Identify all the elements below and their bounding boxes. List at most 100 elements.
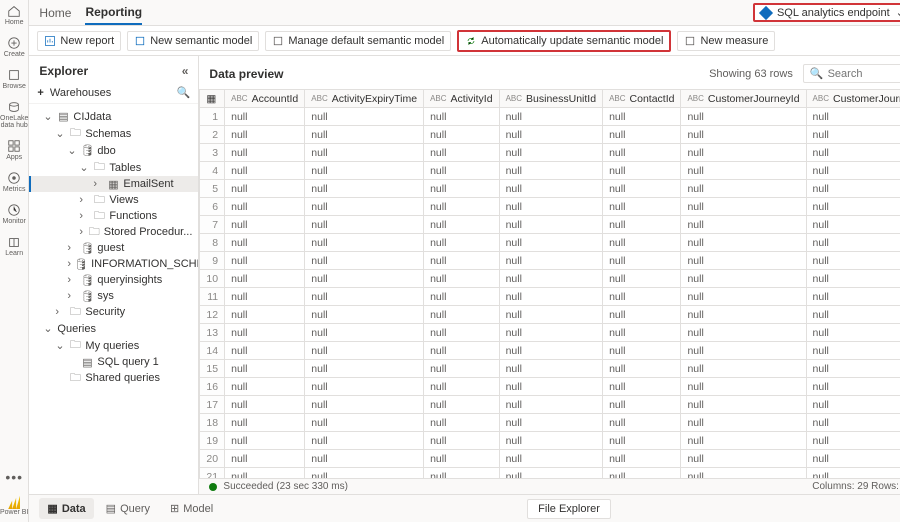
rail-more[interactable]: ••• — [5, 469, 23, 485]
cell[interactable]: null — [225, 378, 305, 396]
cell[interactable]: null — [681, 198, 806, 216]
tree-queryinsights[interactable]: ›🛢queryinsights — [29, 272, 198, 288]
cell[interactable]: null — [681, 396, 806, 414]
cell[interactable]: null — [424, 342, 499, 360]
cell[interactable]: null — [806, 162, 900, 180]
cell[interactable]: null — [499, 126, 603, 144]
cell[interactable]: null — [305, 288, 424, 306]
cell[interactable]: null — [499, 144, 603, 162]
new-report-button[interactable]: New report — [37, 31, 121, 51]
cell[interactable]: null — [499, 180, 603, 198]
cell[interactable]: null — [305, 234, 424, 252]
cell[interactable]: null — [499, 414, 603, 432]
tab-home[interactable]: Home — [39, 2, 71, 24]
cell[interactable]: null — [603, 126, 681, 144]
table-row[interactable]: 14nullnullnullnullnullnullnull — [200, 342, 900, 360]
cell[interactable]: null — [806, 288, 900, 306]
cell[interactable]: null — [305, 180, 424, 198]
cell[interactable]: null — [806, 432, 900, 450]
cell[interactable]: null — [424, 270, 499, 288]
table-row[interactable]: 1nullnullnullnullnullnullnull — [200, 108, 900, 126]
add-warehouse-icon[interactable]: + — [37, 87, 43, 99]
collapse-explorer-icon[interactable]: « — [182, 64, 189, 78]
table-row[interactable]: 13nullnullnullnullnullnullnull — [200, 324, 900, 342]
table-row[interactable]: 12nullnullnullnullnullnullnull — [200, 306, 900, 324]
cell[interactable]: null — [499, 162, 603, 180]
tree-sys[interactable]: ›🛢sys — [29, 288, 198, 304]
preview-search-input[interactable] — [828, 68, 900, 80]
cell[interactable]: null — [225, 288, 305, 306]
cell[interactable]: null — [424, 126, 499, 144]
cell[interactable]: null — [806, 198, 900, 216]
column-header[interactable]: ABCActivityExpiryTime — [305, 90, 424, 108]
cell[interactable]: null — [603, 378, 681, 396]
cell[interactable]: null — [806, 342, 900, 360]
cell[interactable]: null — [603, 144, 681, 162]
column-header[interactable]: ABCBusinessUnitId — [499, 90, 603, 108]
cell[interactable]: null — [603, 180, 681, 198]
cell[interactable]: null — [806, 360, 900, 378]
table-row[interactable]: 15nullnullnullnullnullnullnull — [200, 360, 900, 378]
file-explorer-button[interactable]: File Explorer — [527, 499, 611, 519]
cell[interactable]: null — [681, 108, 806, 126]
table-row[interactable]: 10nullnullnullnullnullnullnull — [200, 270, 900, 288]
cell[interactable]: null — [225, 234, 305, 252]
rail-home[interactable]: Home — [5, 4, 24, 26]
cell[interactable]: null — [499, 396, 603, 414]
cell[interactable]: null — [499, 306, 603, 324]
cell[interactable]: null — [681, 468, 806, 479]
cell[interactable]: null — [424, 288, 499, 306]
cell[interactable]: null — [499, 468, 603, 479]
table-row[interactable]: 16nullnullnullnullnullnullnull — [200, 378, 900, 396]
column-header[interactable]: ABCCustomerJourneyId — [681, 90, 806, 108]
select-all-cell[interactable]: ▦ — [200, 90, 225, 108]
new-measure-button[interactable]: New measure — [677, 31, 775, 51]
cell[interactable]: null — [424, 234, 499, 252]
cell[interactable]: null — [305, 108, 424, 126]
cell[interactable]: null — [305, 432, 424, 450]
cell[interactable]: null — [806, 216, 900, 234]
rail-powerbi[interactable]: Power BI — [0, 495, 28, 516]
tab-reporting[interactable]: Reporting — [85, 1, 142, 25]
cell[interactable]: null — [806, 468, 900, 479]
cell[interactable]: null — [806, 252, 900, 270]
cell[interactable]: null — [499, 378, 603, 396]
cell[interactable]: null — [499, 324, 603, 342]
tree-db[interactable]: ⌄▤CIJdata — [29, 108, 198, 125]
cell[interactable]: null — [424, 306, 499, 324]
cell[interactable]: null — [806, 396, 900, 414]
cell[interactable]: null — [681, 342, 806, 360]
tree-emailsent[interactable]: ›▦EmailSent — [29, 176, 198, 192]
cell[interactable]: null — [225, 198, 305, 216]
cell[interactable]: null — [806, 180, 900, 198]
cell[interactable]: null — [305, 144, 424, 162]
warehouses-row[interactable]: + Warehouses 🔍 — [29, 82, 198, 104]
table-row[interactable]: 7nullnullnullnullnullnullnull — [200, 216, 900, 234]
preview-search[interactable]: 🔍 — [803, 64, 900, 83]
tree-information-schema[interactable]: ›🛢INFORMATION_SCHE... — [29, 256, 198, 272]
cell[interactable]: null — [806, 378, 900, 396]
cell[interactable]: null — [603, 198, 681, 216]
table-row[interactable]: 21nullnullnullnullnullnullnull — [200, 468, 900, 479]
cell[interactable]: null — [681, 126, 806, 144]
cell[interactable]: null — [499, 288, 603, 306]
cell[interactable]: null — [225, 396, 305, 414]
search-warehouse-icon[interactable]: 🔍 — [177, 86, 191, 99]
cell[interactable]: null — [499, 216, 603, 234]
cell[interactable]: null — [305, 360, 424, 378]
table-row[interactable]: 8nullnullnullnullnullnullnull — [200, 234, 900, 252]
tree-views[interactable]: ›🗀Views — [29, 192, 198, 208]
new-semantic-model-button[interactable]: New semantic model — [127, 31, 259, 51]
cell[interactable]: null — [305, 324, 424, 342]
cell[interactable]: null — [681, 234, 806, 252]
cell[interactable]: null — [424, 468, 499, 479]
tree-functions[interactable]: ›🗀Functions — [29, 208, 198, 224]
cell[interactable]: null — [603, 216, 681, 234]
cell[interactable]: null — [424, 216, 499, 234]
cell[interactable]: null — [225, 108, 305, 126]
cell[interactable]: null — [225, 126, 305, 144]
cell[interactable]: null — [681, 288, 806, 306]
rail-onelake[interactable]: OneLake data hub — [0, 100, 28, 129]
cell[interactable]: null — [225, 450, 305, 468]
table-row[interactable]: 18nullnullnullnullnullnullnull — [200, 414, 900, 432]
